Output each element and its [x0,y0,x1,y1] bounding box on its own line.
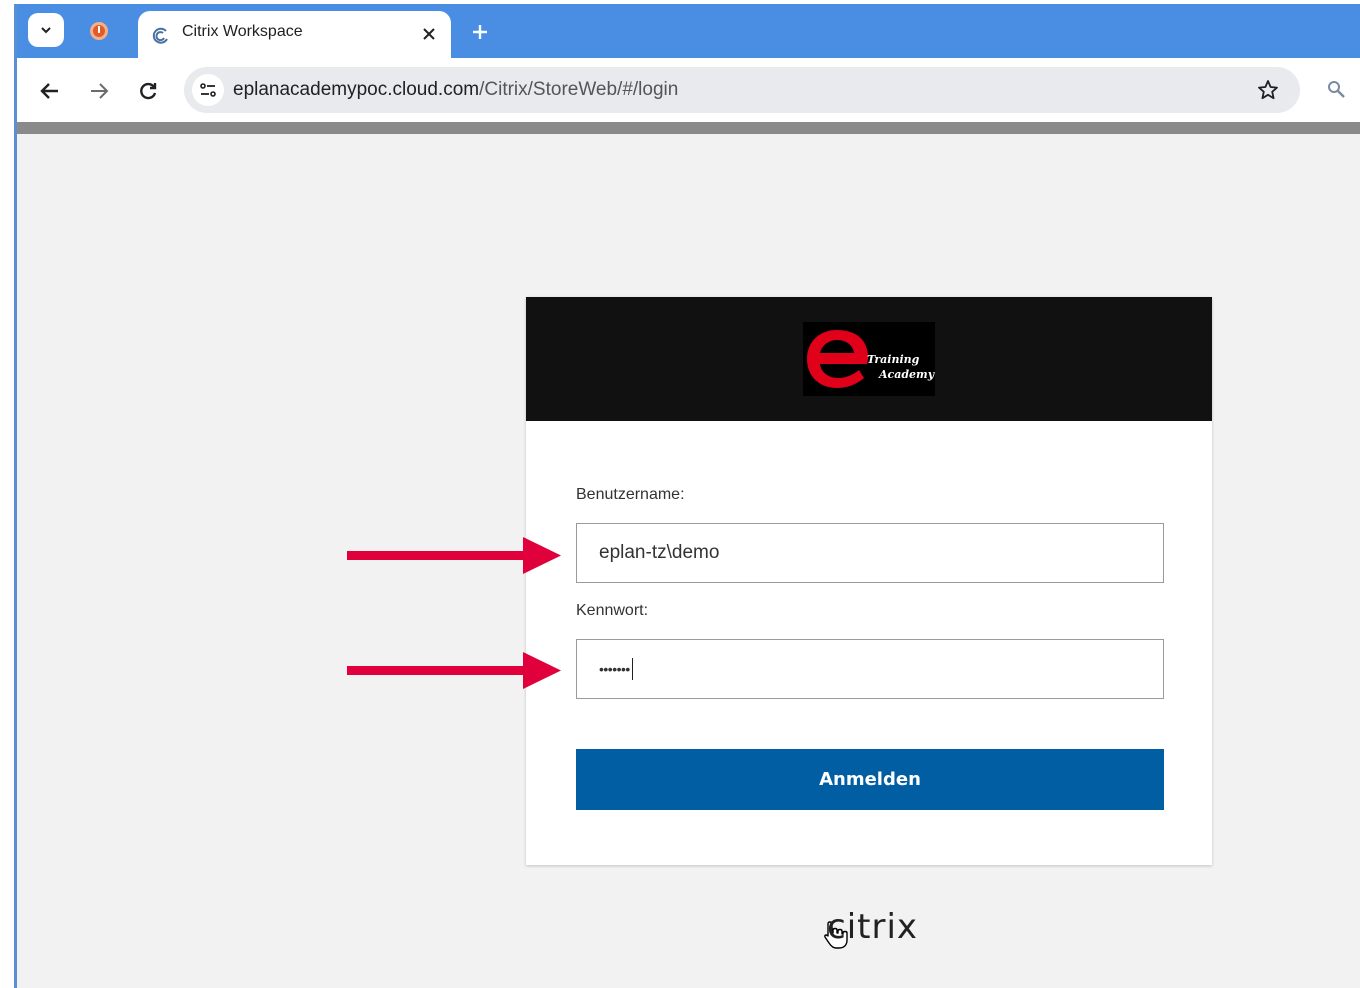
arrow-right-icon [91,83,109,99]
citrix-logo: citrix [827,907,919,947]
url-host: eplanacademypoc.cloud.com [233,79,480,100]
password-label: Kennwort: [576,602,649,619]
annotation-arrow-password [347,652,561,689]
logo-line-training: Training [867,353,920,366]
zoom-magnifier-icon[interactable] [1323,76,1349,102]
url-path: /Citrix/StoreWeb/#/login [479,79,679,100]
reload-icon [140,82,157,100]
login-button[interactable]: Anmelden [576,749,1164,810]
browser-window: Citrix Workspace eplanacademypoc.cloud.c… [14,4,1360,988]
citrix-favicon-icon [150,25,172,47]
page-top-bar [17,122,1360,134]
url-text: eplanacademypoc.cloud.com/Citrix/StoreWe… [233,79,678,101]
text-caret [631,658,633,680]
eplan-training-academy-logo: Training Academy [803,322,935,396]
username-input[interactable]: eplan-tz\demo [576,523,1164,583]
logo-text: Training Academy [867,352,934,382]
reload-button[interactable] [133,76,163,106]
username-label: Benutzername: [576,486,685,503]
chevron-down-icon [41,27,51,34]
new-tab-button[interactable] [467,19,493,45]
site-info-icon[interactable] [192,74,224,106]
bookmark-star-icon[interactable] [1256,78,1280,102]
tab-strip: Citrix Workspace [17,4,1360,61]
tab-title: Citrix Workspace [182,23,303,40]
arrow-left-icon [40,83,58,99]
browser-toolbar: eplanacademypoc.cloud.com/Citrix/StoreWe… [17,58,1360,122]
tab-citrix-workspace[interactable]: Citrix Workspace [138,11,451,61]
page-content: Training Academy Benutzername: eplan-tz\… [17,134,1360,988]
forward-button[interactable] [84,76,114,106]
extension-icon [90,22,108,40]
card-header: Training Academy [526,297,1212,421]
password-mask: ••••••• [599,661,630,677]
username-value: eplan-tz\demo [599,542,720,563]
tab-search-button[interactable] [28,13,64,47]
address-bar[interactable]: eplanacademypoc.cloud.com/Citrix/StoreWe… [184,67,1300,113]
plus-icon [473,25,487,39]
annotation-arrow-username [347,537,561,574]
password-input[interactable]: ••••••• [576,639,1164,699]
back-button[interactable] [35,76,65,106]
logo-line-academy: Academy [879,368,935,381]
pinned-tab[interactable] [87,19,111,43]
login-card: Training Academy Benutzername: eplan-tz\… [526,297,1212,865]
close-tab-icon[interactable] [417,22,441,46]
